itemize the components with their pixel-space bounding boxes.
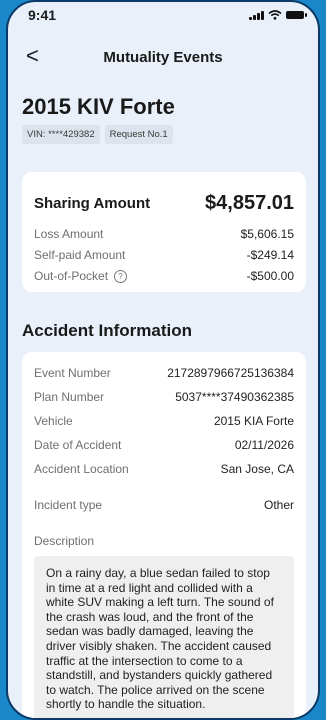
vehicle-title: 2015 KIV Forte bbox=[22, 94, 175, 119]
phone-screen: 9:41 < Mutuality Events 2015 KIV Forte V… bbox=[6, 0, 320, 720]
accident-section-title: Accident Information bbox=[22, 321, 193, 340]
sharing-amount-label: Sharing Amount bbox=[34, 195, 151, 212]
status-time: 9:41 bbox=[28, 7, 57, 23]
accident-location-value: San Jose, CA bbox=[220, 462, 294, 476]
back-button[interactable]: < bbox=[26, 44, 39, 68]
wifi-icon bbox=[268, 10, 282, 20]
description-label: Description bbox=[34, 534, 95, 548]
accident-date-value: 02/11/2026 bbox=[234, 438, 294, 452]
vehicle-value: 2015 KIA Forte bbox=[213, 414, 294, 428]
vehicle-label: Vehicle bbox=[34, 414, 73, 428]
accident-location-row: Accident Location San Jose, CA bbox=[34, 462, 294, 476]
sharing-amount-value: $4,857.01 bbox=[205, 192, 294, 214]
accident-card: Event Number 2172897966725136384 Plan Nu… bbox=[22, 352, 306, 718]
loss-amount-row: Loss Amount $5,606.15 bbox=[34, 227, 294, 241]
request-tag: Request No.1 bbox=[104, 125, 173, 144]
status-bar: 9:41 bbox=[8, 2, 318, 28]
plan-number-value: 5037****37490362385 bbox=[175, 390, 294, 404]
loss-amount-value: $5,606.15 bbox=[240, 227, 294, 241]
self-paid-label: Self-paid Amount bbox=[34, 248, 126, 262]
event-number-value: 2172897966725136384 bbox=[167, 366, 294, 380]
event-number-label: Event Number bbox=[34, 366, 111, 380]
self-paid-value: -$249.14 bbox=[246, 248, 294, 262]
plan-number-label: Plan Number bbox=[34, 390, 105, 404]
description-text: On a rainy day, a blue sedan failed to s… bbox=[34, 556, 294, 718]
battery-icon bbox=[286, 11, 307, 19]
nav-bar: < Mutuality Events bbox=[8, 44, 318, 70]
self-paid-row: Self-paid Amount -$249.14 bbox=[34, 248, 294, 262]
vehicle-row: Vehicle 2015 KIA Forte bbox=[34, 414, 294, 428]
out-of-pocket-value: -$500.00 bbox=[246, 269, 294, 284]
accident-date-label: Date of Accident bbox=[34, 438, 122, 452]
incident-type-value: Other bbox=[263, 498, 294, 512]
out-of-pocket-row: Out-of-Pocket? -$500.00 bbox=[34, 269, 294, 284]
accident-location-label: Accident Location bbox=[34, 462, 129, 476]
loss-amount-label: Loss Amount bbox=[34, 227, 104, 241]
accident-date-row: Date of Accident 02/11/2026 bbox=[34, 438, 294, 452]
vin-tag: VIN: ****429382 bbox=[22, 125, 100, 144]
incident-type-row: Incident type Other bbox=[34, 498, 294, 512]
event-number-row: Event Number 2172897966725136384 bbox=[34, 366, 294, 380]
out-of-pocket-label: Out-of-Pocket bbox=[34, 269, 109, 283]
incident-type-label: Incident type bbox=[34, 498, 103, 512]
page-title: Mutuality Events bbox=[103, 49, 223, 66]
plan-number-row: Plan Number 5037****37490362385 bbox=[34, 390, 294, 404]
vehicle-tags: VIN: ****429382 Request No.1 bbox=[22, 125, 173, 144]
signal-icon bbox=[249, 10, 264, 20]
status-icons bbox=[249, 10, 307, 20]
help-icon[interactable]: ? bbox=[114, 270, 128, 284]
sharing-amount-row: Sharing Amount $4,857.01 bbox=[34, 192, 294, 215]
sharing-card: Sharing Amount $4,857.01 Loss Amount $5,… bbox=[22, 172, 306, 292]
out-of-pocket-label-wrap: Out-of-Pocket? bbox=[34, 269, 128, 284]
